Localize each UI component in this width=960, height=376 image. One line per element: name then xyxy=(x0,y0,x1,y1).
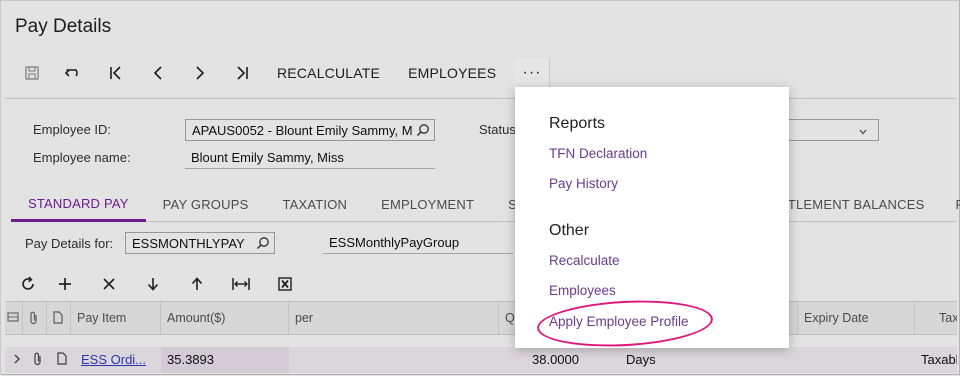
menu-section-reports: Reports xyxy=(549,115,606,132)
menu-item-recalculate[interactable]: Recalculate xyxy=(549,253,620,268)
menu-item-tfn-declaration[interactable]: TFN Declaration xyxy=(549,146,647,161)
menu-section-other: Other xyxy=(549,222,590,239)
page-frame: Pay Details RECALCULATE EMPLOYEES ··· Em… xyxy=(0,0,960,376)
menu-item-pay-history[interactable]: Pay History xyxy=(549,176,618,191)
more-actions-button-active[interactable]: ··· xyxy=(515,58,549,88)
menu-item-employees[interactable]: Employees xyxy=(549,283,616,298)
modal-overlay[interactable] xyxy=(1,1,960,376)
